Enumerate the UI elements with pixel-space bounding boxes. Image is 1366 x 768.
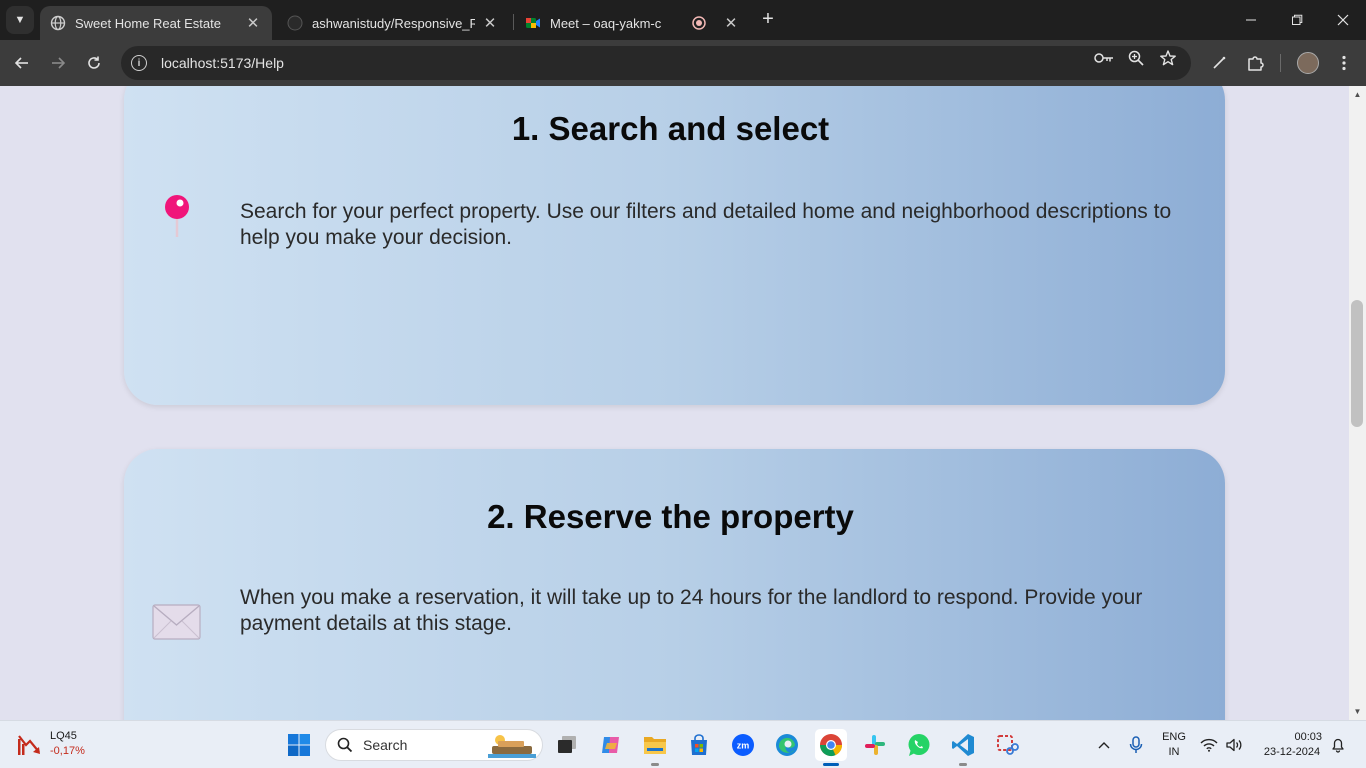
globe-icon bbox=[50, 15, 66, 31]
tab-title: Meet – oaq-yakm-cmi bbox=[550, 15, 661, 31]
vscode-icon[interactable] bbox=[947, 729, 979, 766]
pushpin-icon bbox=[163, 193, 191, 244]
toolbar-separator bbox=[1280, 54, 1281, 72]
show-hidden-icons-chevron-icon[interactable] bbox=[1088, 729, 1120, 761]
clock[interactable]: 00:03 23-12-2024 bbox=[1256, 730, 1328, 760]
recording-icon bbox=[691, 15, 707, 31]
svg-text:zm: zm bbox=[737, 741, 750, 751]
windows-taskbar: LQ45 -0,17% Search zm ENG IN 00:03 23-12… bbox=[0, 720, 1366, 768]
stock-ticker: LQ45 bbox=[50, 730, 77, 742]
tab-close-icon[interactable]: ✕ bbox=[481, 14, 499, 32]
task-view-icon[interactable] bbox=[551, 729, 583, 761]
taskbar-search-box[interactable]: Search bbox=[325, 729, 543, 761]
pen-extension-icon[interactable] bbox=[1207, 51, 1231, 75]
scroll-down-arrow-icon[interactable]: ▼ bbox=[1349, 703, 1366, 720]
step-heading: 2. Reserve the property bbox=[487, 498, 854, 535]
language-code: ENG bbox=[1162, 731, 1186, 743]
page-viewport: 1. Search and select Search for your per… bbox=[0, 86, 1349, 720]
active-indicator bbox=[823, 763, 839, 766]
scrollbar-thumb[interactable] bbox=[1351, 300, 1363, 427]
language-region: IN bbox=[1168, 746, 1180, 758]
running-indicator bbox=[959, 763, 967, 766]
clock-date: 23-12-2024 bbox=[1263, 746, 1321, 758]
restore-icon[interactable] bbox=[1274, 0, 1320, 40]
step-card-search: 1. Search and select Search for your per… bbox=[124, 86, 1225, 405]
tab-search-chevron-icon[interactable]: ▼ bbox=[6, 6, 34, 34]
address-url[interactable]: localhost:5173/Help bbox=[161, 55, 284, 71]
more-menu-icon[interactable] bbox=[1332, 51, 1356, 75]
scroll-up-arrow-icon[interactable]: ▲ bbox=[1349, 86, 1366, 103]
tab-separator bbox=[513, 14, 514, 30]
file-explorer-icon[interactable] bbox=[639, 729, 671, 766]
tab-title: ashwanistudy/Responsive_Rider bbox=[312, 15, 475, 31]
bookmark-star-icon[interactable] bbox=[1158, 48, 1178, 68]
profile-avatar[interactable] bbox=[1297, 52, 1319, 74]
back-arrow-icon[interactable] bbox=[8, 49, 36, 77]
browser-toolbar: i localhost:5173/Help bbox=[0, 40, 1366, 86]
zoom-icon[interactable] bbox=[1126, 48, 1146, 68]
address-bar[interactable]: i localhost:5173/Help bbox=[121, 46, 1191, 80]
tab-close-icon[interactable]: ✕ bbox=[244, 14, 262, 32]
search-highlight-image bbox=[488, 735, 536, 758]
stock-change: -0,17% bbox=[50, 745, 85, 757]
tab-github[interactable]: ashwanistudy/Responsive_Rider ✕ bbox=[277, 6, 509, 40]
microphone-icon[interactable] bbox=[1120, 729, 1152, 761]
tab-sweet-home[interactable]: Sweet Home Reat Estate ✕ bbox=[40, 6, 272, 40]
step-description: When you make a reservation, it will tak… bbox=[240, 586, 1143, 635]
reload-icon[interactable] bbox=[80, 49, 108, 77]
edge-browser-icon[interactable] bbox=[771, 729, 803, 761]
minimize-icon[interactable] bbox=[1228, 0, 1274, 40]
forward-arrow-icon[interactable] bbox=[44, 49, 72, 77]
step-heading: 1. Search and select bbox=[511, 110, 830, 147]
step-card-reserve: 2. Reserve the property When you make a … bbox=[124, 449, 1225, 720]
github-icon bbox=[287, 15, 303, 31]
tab-meet[interactable]: Meet – oaq-yakm-cmi ✕ bbox=[515, 6, 750, 40]
stock-widget[interactable]: LQ45 -0,17% bbox=[16, 729, 85, 759]
step-description: Search for your perfect property. Use ou… bbox=[240, 200, 1172, 249]
volume-icon[interactable] bbox=[1222, 729, 1248, 761]
whatsapp-icon[interactable] bbox=[903, 729, 935, 761]
tab-title: Sweet Home Reat Estate bbox=[75, 15, 221, 31]
page-scrollbar[interactable]: ▲ ▼ bbox=[1349, 86, 1366, 720]
site-info-icon[interactable]: i bbox=[131, 55, 147, 71]
password-key-icon[interactable] bbox=[1094, 48, 1114, 68]
browser-tab-bar: ▼ Sweet Home Reat Estate ✕ ashwanistudy/… bbox=[0, 0, 1366, 40]
notifications-bell-icon[interactable] bbox=[1326, 729, 1350, 761]
new-tab-plus-icon[interactable]: + bbox=[756, 8, 780, 32]
windows-start-icon[interactable] bbox=[283, 729, 315, 761]
wifi-icon[interactable] bbox=[1196, 729, 1222, 761]
google-meet-icon bbox=[525, 15, 541, 31]
copilot-icon[interactable] bbox=[595, 729, 627, 761]
stock-down-chart-icon bbox=[18, 735, 40, 755]
snipping-tool-icon[interactable] bbox=[991, 729, 1023, 761]
search-label: Search bbox=[363, 737, 408, 753]
envelope-icon bbox=[152, 603, 202, 646]
tab-close-icon[interactable]: ✕ bbox=[722, 14, 740, 32]
search-icon bbox=[337, 737, 353, 753]
zoom-app-icon[interactable]: zm bbox=[727, 729, 759, 761]
close-window-icon[interactable] bbox=[1320, 0, 1366, 40]
microsoft-store-icon[interactable] bbox=[683, 729, 715, 761]
clock-time: 00:03 bbox=[1294, 731, 1322, 743]
slack-icon[interactable] bbox=[859, 729, 891, 761]
running-indicator bbox=[651, 763, 659, 766]
input-language[interactable]: ENG IN bbox=[1159, 730, 1189, 760]
chrome-browser-icon[interactable] bbox=[815, 729, 847, 766]
extensions-puzzle-icon[interactable] bbox=[1243, 51, 1267, 75]
